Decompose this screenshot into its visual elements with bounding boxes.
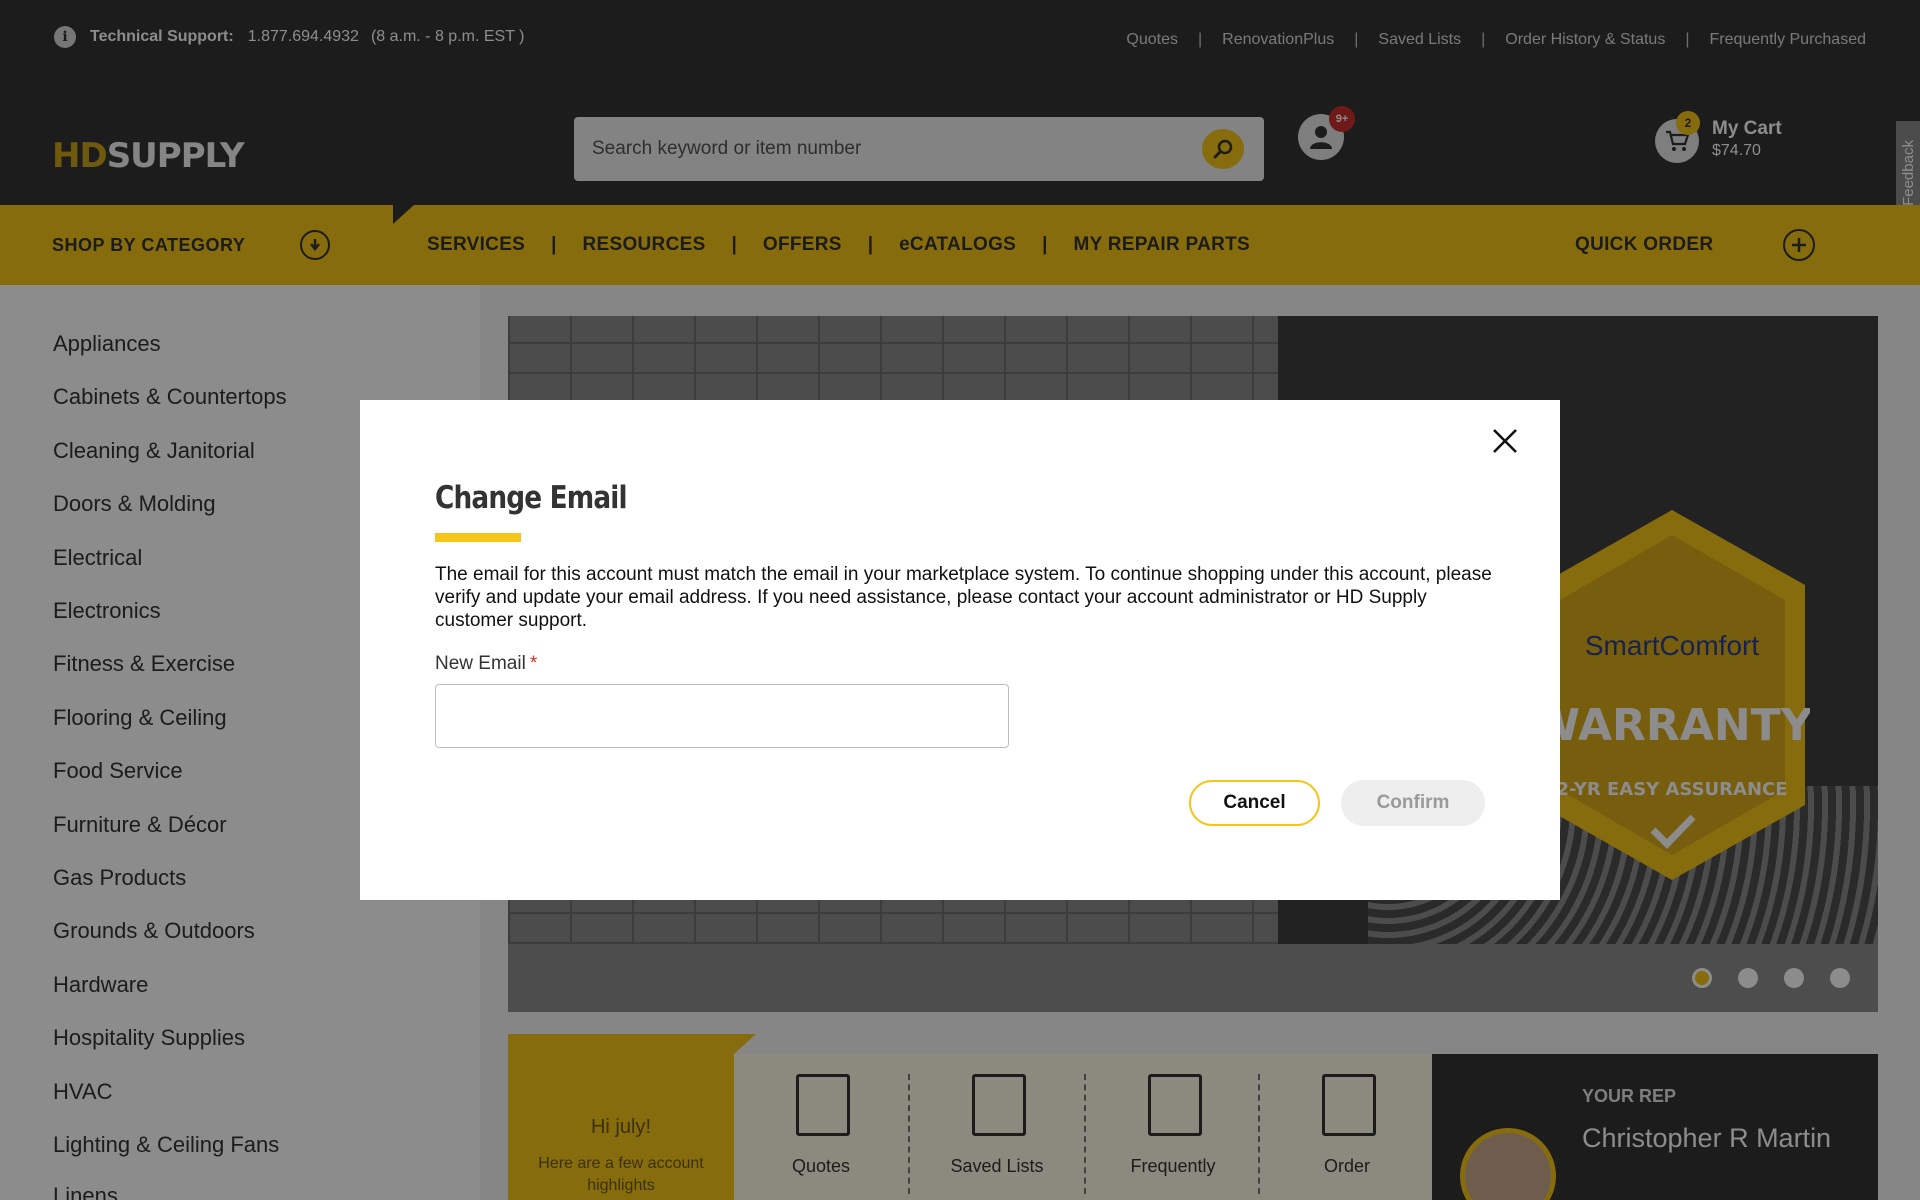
dialog-title: Change Email: [435, 480, 628, 516]
title-underline: [435, 533, 521, 542]
close-button[interactable]: [1486, 422, 1524, 460]
dialog-message: The email for this account must match th…: [435, 564, 1492, 631]
new-email-input[interactable]: [435, 684, 1009, 748]
new-email-label: New Email *: [435, 653, 538, 674]
required-asterisk: *: [529, 653, 538, 674]
close-icon: [1493, 429, 1517, 453]
confirm-button[interactable]: Confirm: [1341, 780, 1485, 826]
cancel-button[interactable]: Cancel: [1189, 780, 1320, 826]
change-email-dialog: Change Email The email for this account …: [360, 400, 1560, 900]
